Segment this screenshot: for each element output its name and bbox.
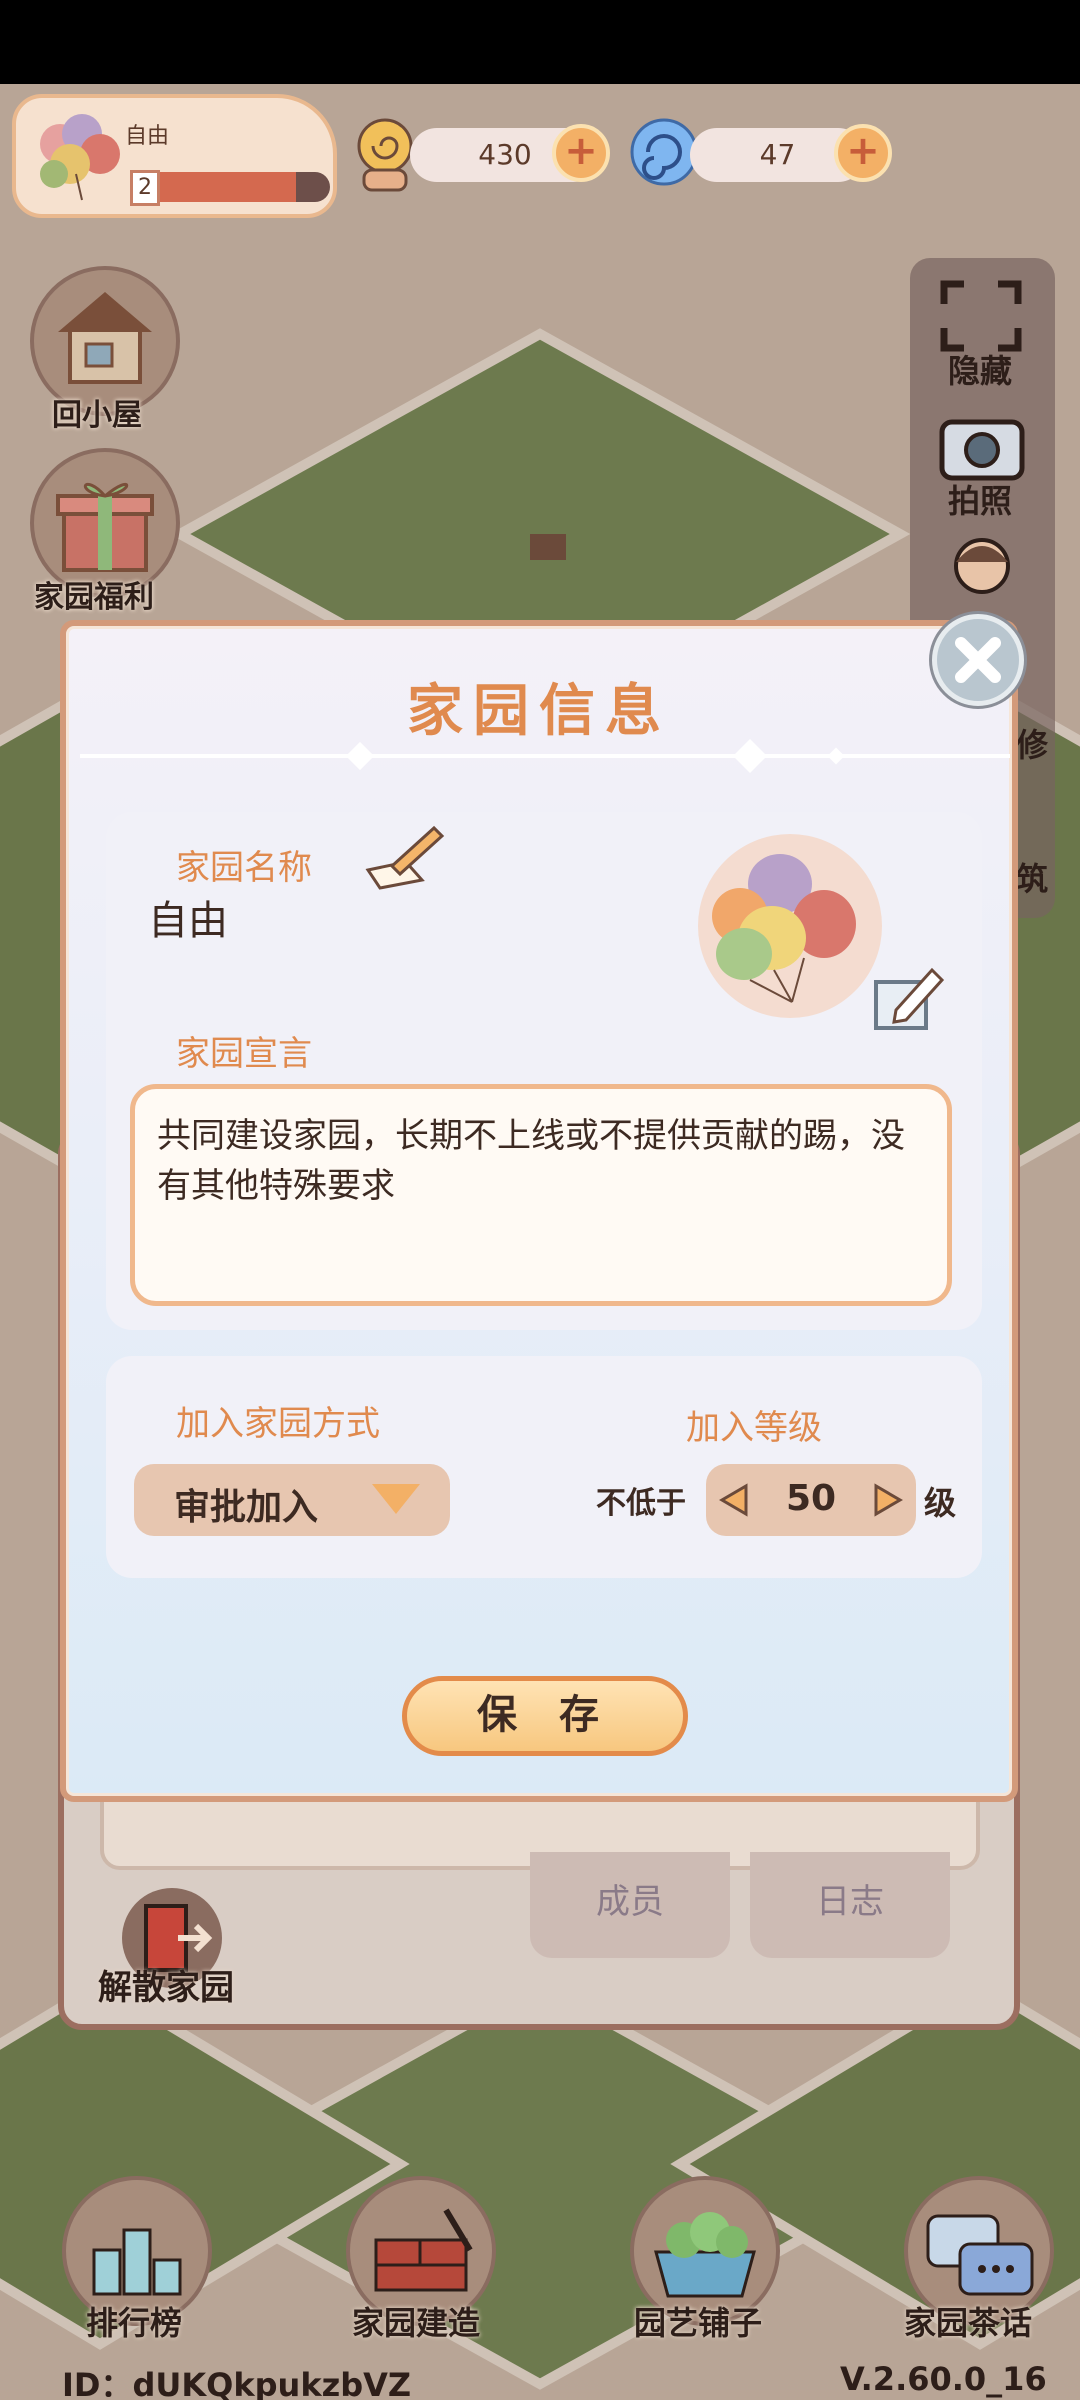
home-info-dialog: 家园信息 家园名称 自由 家园宣言 共同建设家园，长期不上线或不提供贡献的踢，没…: [60, 620, 1018, 1802]
close-icon: [955, 637, 1001, 683]
ranking-label: 排行榜: [86, 2304, 183, 2342]
hide-label: 隐藏: [948, 352, 1013, 390]
build-label-fragment: 筑: [1016, 860, 1049, 898]
home-name-value: 自由: [148, 898, 228, 944]
divider-ornament: [827, 747, 845, 765]
character-icon[interactable]: [940, 530, 1024, 610]
hide-frame-icon[interactable]: [938, 278, 1024, 354]
title-divider: [80, 754, 1010, 758]
photo-label: 拍照: [948, 482, 1013, 520]
hud-progress-fill: [160, 172, 296, 202]
join-method-dropdown[interactable]: 审批加入: [134, 1464, 450, 1536]
join-level-label: 加入等级: [686, 1408, 822, 1448]
add-gem-currency-button[interactable]: +: [834, 124, 892, 182]
player-id: ID：dUKQkpukzbVZ: [62, 2366, 412, 2400]
home-motto-textarea[interactable]: 共同建设家园，长期不上线或不提供贡献的踢，没有其他特殊要求: [130, 1084, 952, 1306]
chevron-down-icon: [372, 1484, 420, 1514]
join-method-label: 加入家园方式: [176, 1404, 380, 1444]
hud-home-name: 自由: [125, 124, 170, 149]
dissolve-home-label: 解散家园: [98, 1968, 234, 2008]
home-welfare-label: 家园福利: [34, 580, 154, 615]
add-snail-currency-button[interactable]: +: [552, 124, 610, 182]
balloon-avatar-icon: [40, 114, 120, 201]
increase-level-arrow-icon[interactable]: [870, 1482, 906, 1518]
back-to-house-label: 回小屋: [52, 398, 142, 433]
tab-members[interactable]: 成员: [530, 1852, 730, 1958]
join-level-suffix: 级: [924, 1484, 957, 1522]
dialog-title: 家园信息: [407, 679, 671, 744]
home-chat-label: 家园茶话: [904, 2304, 1033, 2342]
home-motto-label: 家园宣言: [176, 1034, 312, 1074]
version-label: V.2.60.0_16: [840, 2360, 1047, 2398]
garden-shop-label: 园艺铺子: [634, 2304, 763, 2342]
home-build-label: 家园建造: [352, 2304, 481, 2342]
hud-progress-bar: [160, 172, 330, 202]
close-dialog-button[interactable]: [932, 614, 1024, 706]
join-method-value: 审批加入: [174, 1487, 319, 1528]
hud-level-badge: 2: [130, 170, 160, 206]
join-level-stepper: 50: [706, 1464, 916, 1536]
tab-logs[interactable]: 日志: [750, 1852, 950, 1958]
home-avatar-balloons[interactable]: [694, 832, 894, 1032]
join-level-prefix: 不低于: [596, 1486, 686, 1521]
camera-icon[interactable]: [936, 408, 1028, 482]
edit-avatar-pencil-icon[interactable]: [870, 960, 946, 1036]
repair-label-fragment: 修: [1016, 726, 1049, 764]
home-name-label: 家园名称: [176, 848, 312, 888]
save-button[interactable]: 保 存: [402, 1676, 688, 1756]
edit-name-pencil-icon[interactable]: [362, 822, 448, 892]
